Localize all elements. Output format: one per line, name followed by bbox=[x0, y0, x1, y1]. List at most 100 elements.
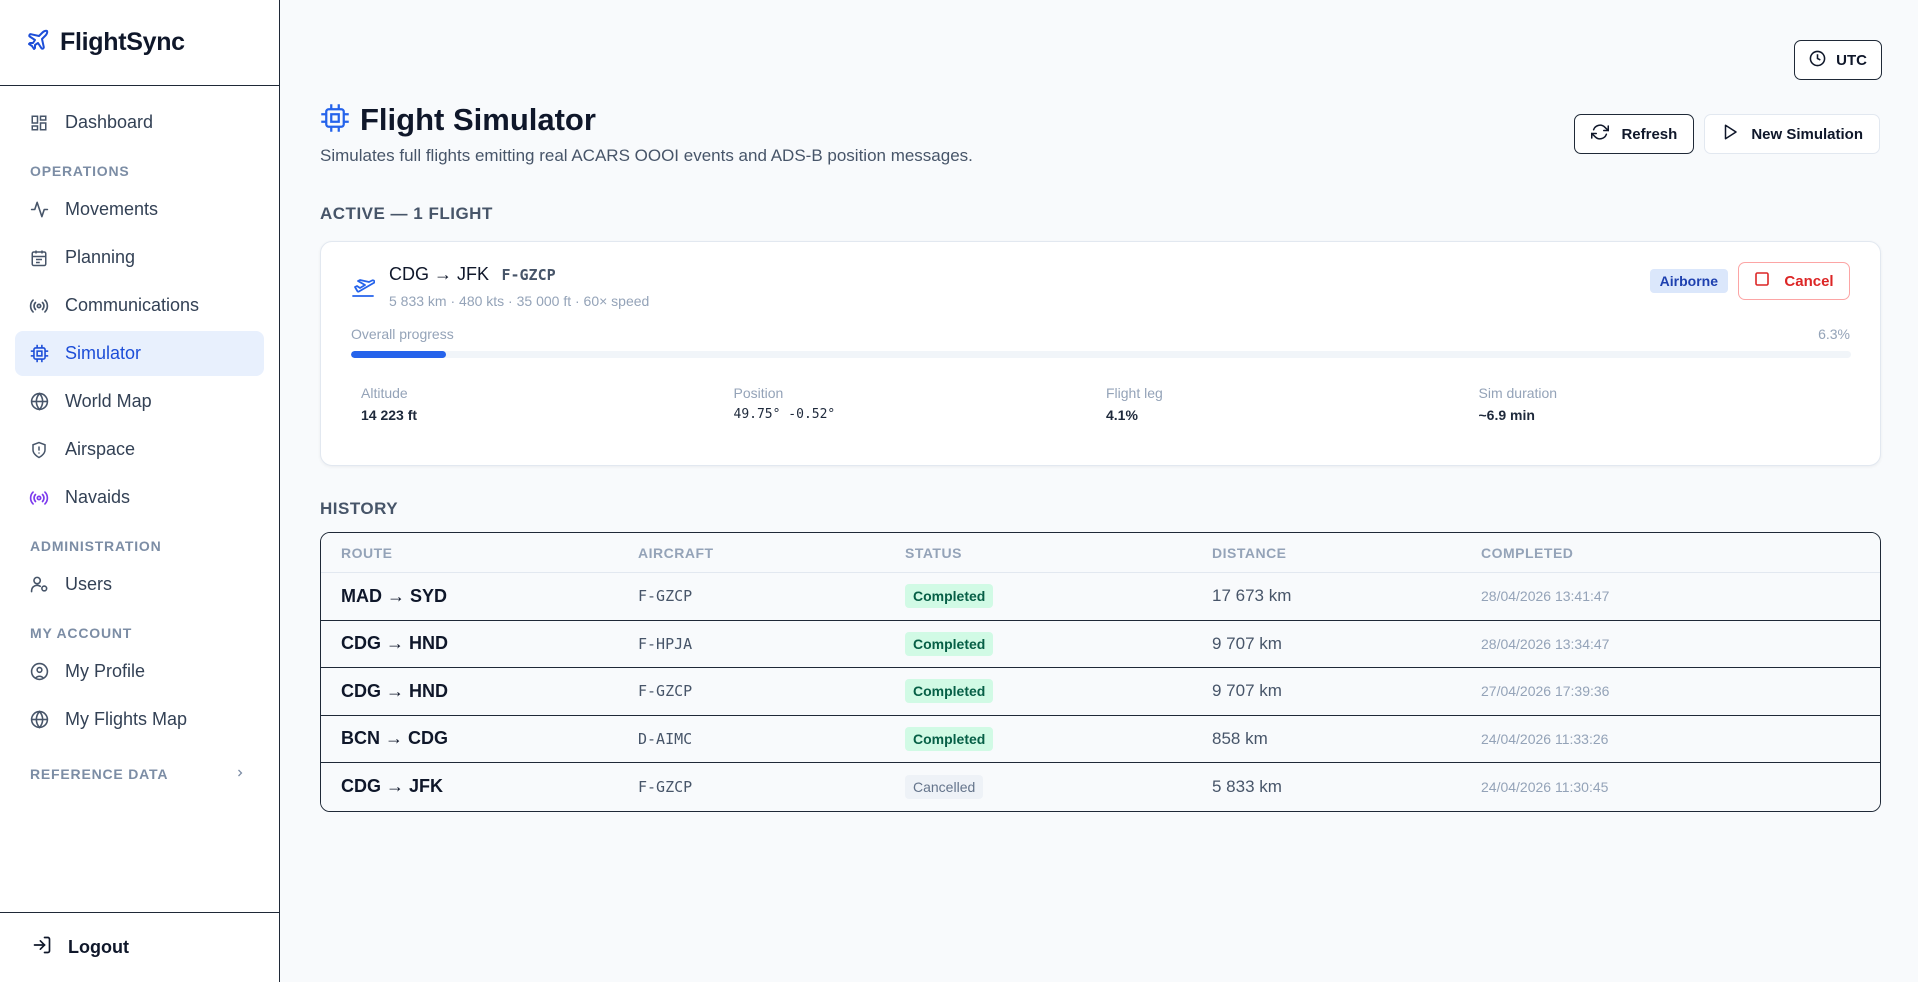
plane-takeoff-icon bbox=[351, 274, 376, 309]
sidebar-item-label: Users bbox=[65, 574, 113, 594]
cell-distance: 9 707 km bbox=[1212, 633, 1282, 653]
table-row[interactable]: MAD → SYD F-GZCP Completed 17 673 km 28/… bbox=[321, 573, 1880, 621]
active-heading: ACTIVE — 1 FLIGHT bbox=[320, 204, 493, 223]
sidebar-item-label: Movements bbox=[65, 199, 159, 219]
cell-completed: 28/04/2026 13:41:47 bbox=[1481, 588, 1610, 605]
calendar-icon bbox=[29, 248, 49, 268]
cell-completed: 27/04/2026 17:39:36 bbox=[1481, 683, 1610, 700]
clock-icon bbox=[1809, 50, 1826, 71]
active-flight-card: CDG → JFK F-GZCP 5 833 km · 480 kts · 35… bbox=[320, 241, 1881, 466]
table-header: ROUTE AIRCRAFT STATUS DISTANCE COMPLETED bbox=[321, 533, 1880, 573]
stat-value: 4.1% bbox=[1106, 407, 1138, 423]
refresh-icon bbox=[1591, 123, 1610, 145]
section-operations: OPERATIONS bbox=[30, 163, 130, 179]
sidebar-item-dashboard[interactable]: Dashboard bbox=[15, 100, 264, 145]
sidebar-item-label: World Map bbox=[65, 391, 152, 411]
page-header: Flight Simulator Simulates full flights … bbox=[320, 102, 973, 166]
cell-route: CDG → HND bbox=[341, 633, 448, 654]
progress-bar-fill bbox=[351, 351, 446, 358]
flight-registration: F-GZCP bbox=[501, 266, 556, 284]
cell-aircraft: F-HPJA bbox=[638, 634, 693, 653]
sidebar-item-users[interactable]: Users bbox=[15, 562, 264, 607]
cell-aircraft: D-AIMC bbox=[638, 729, 693, 748]
user-cog-icon bbox=[29, 575, 49, 595]
sidebar-item-navaids[interactable]: Navaids bbox=[15, 475, 264, 520]
history-heading: HISTORY bbox=[320, 499, 399, 518]
new-simulation-button[interactable]: New Simulation bbox=[1704, 114, 1880, 154]
sidebar-item-communications[interactable]: Communications bbox=[15, 283, 264, 328]
stat-flight-leg: Flight leg 4.1% bbox=[1106, 385, 1479, 423]
column-header-route[interactable]: ROUTE bbox=[321, 545, 638, 561]
column-header-distance[interactable]: DISTANCE bbox=[1212, 545, 1481, 561]
cell-aircraft: F-GZCP bbox=[638, 587, 693, 606]
stat-sim-duration: Sim duration ~6.9 min bbox=[1479, 385, 1852, 423]
cell-distance: 17 673 km bbox=[1212, 586, 1292, 606]
cancel-button[interactable]: Cancel bbox=[1738, 262, 1850, 300]
page-subtitle: Simulates full flights emitting real ACA… bbox=[320, 146, 973, 165]
table-row[interactable]: BCN → CDG D-AIMC Completed 858 km 24/04/… bbox=[321, 715, 1880, 763]
cell-route: MAD → SYD bbox=[341, 585, 448, 606]
cell-status: Cancelled bbox=[905, 774, 1212, 799]
play-icon bbox=[1721, 123, 1739, 145]
sidebar-item-label: My Profile bbox=[65, 661, 146, 681]
sidebar-item-planning[interactable]: Planning bbox=[15, 235, 264, 280]
cell-route: CDG → JFK bbox=[341, 776, 444, 797]
flight-header: CDG → JFK F-GZCP 5 833 km · 480 kts · 35… bbox=[351, 264, 649, 309]
stat-label: Sim duration bbox=[1478, 385, 1558, 401]
cell-distance: 9 707 km bbox=[1212, 681, 1282, 701]
log-out-icon bbox=[32, 935, 52, 960]
column-header-completed[interactable]: COMPLETED bbox=[1481, 545, 1880, 561]
refresh-button[interactable]: Refresh bbox=[1574, 114, 1695, 154]
timezone-label: UTC bbox=[1836, 51, 1867, 69]
table-row[interactable]: CDG → HND F-GZCP Completed 9 707 km 27/0… bbox=[321, 668, 1880, 716]
stat-label: Position bbox=[733, 385, 784, 401]
radio-icon bbox=[29, 488, 49, 508]
logout-label: Logout bbox=[68, 937, 129, 957]
status-badge: Cancelled bbox=[905, 774, 984, 799]
cell-completed: 24/04/2026 11:30:45 bbox=[1481, 778, 1609, 795]
cell-completed: 24/04/2026 11:33:26 bbox=[1481, 730, 1609, 747]
chevron-right-icon bbox=[234, 766, 246, 782]
sidebar-item-label: Navaids bbox=[65, 487, 131, 507]
status-badge: Completed bbox=[905, 631, 994, 656]
sidebar-item-label: Airspace bbox=[65, 439, 136, 459]
table-row[interactable]: CDG → HND F-HPJA Completed 9 707 km 28/0… bbox=[321, 620, 1880, 668]
table-row[interactable]: CDG → JFK F-GZCP Cancelled 5 833 km 24/0… bbox=[321, 763, 1880, 811]
logout-button[interactable]: Logout bbox=[0, 912, 280, 982]
sidebar-item-simulator[interactable]: Simulator bbox=[15, 331, 264, 376]
sidebar-item-movements[interactable]: Movements bbox=[15, 187, 264, 232]
column-header-status[interactable]: STATUS bbox=[905, 545, 1212, 561]
sidebar-item-airspace[interactable]: Airspace bbox=[15, 427, 264, 472]
section-reference-data[interactable]: REFERENCE DATA bbox=[15, 764, 264, 784]
globe-icon bbox=[29, 710, 49, 730]
column-header-aircraft[interactable]: AIRCRAFT bbox=[638, 545, 905, 561]
activity-icon bbox=[29, 200, 49, 220]
stat-altitude: Altitude 14 223 ft bbox=[361, 385, 734, 423]
sidebar-item-world-map[interactable]: World Map bbox=[15, 379, 264, 424]
user-circle-icon bbox=[29, 662, 49, 682]
history-table: ROUTE AIRCRAFT STATUS DISTANCE COMPLETED… bbox=[320, 532, 1881, 812]
progress-label: Overall progress bbox=[351, 326, 454, 342]
brand[interactable]: FlightSync bbox=[0, 0, 279, 86]
header-actions: Refresh New Simulation bbox=[1574, 114, 1880, 154]
section-my-account: MY ACCOUNT bbox=[30, 625, 133, 641]
cpu-icon bbox=[29, 344, 49, 364]
cell-completed: 28/04/2026 13:34:47 bbox=[1481, 635, 1610, 652]
timezone-button[interactable]: UTC bbox=[1794, 40, 1882, 80]
cpu-icon bbox=[320, 103, 350, 138]
status-badge: Completed bbox=[905, 584, 994, 609]
status-badge: Completed bbox=[905, 726, 994, 751]
progress-percent: 6.3% bbox=[1818, 326, 1850, 342]
sidebar-item-label: Planning bbox=[65, 247, 136, 267]
flight-route: CDG → JFK bbox=[389, 264, 490, 284]
sidebar: FlightSync Dashboard OPERATIONS Movement… bbox=[0, 0, 280, 982]
cell-distance: 858 km bbox=[1212, 728, 1268, 748]
sidebar-item-my-profile[interactable]: My Profile bbox=[15, 649, 264, 694]
page-title: Flight Simulator bbox=[360, 102, 596, 137]
sidebar-item-label: Simulator bbox=[65, 343, 142, 363]
sidebar-item-my-flights-map[interactable]: My Flights Map bbox=[15, 697, 264, 742]
plane-icon bbox=[26, 28, 50, 57]
stat-label: Altitude bbox=[361, 385, 408, 401]
section-administration: ADMINISTRATION bbox=[30, 538, 162, 554]
app-name: FlightSync bbox=[60, 28, 185, 56]
